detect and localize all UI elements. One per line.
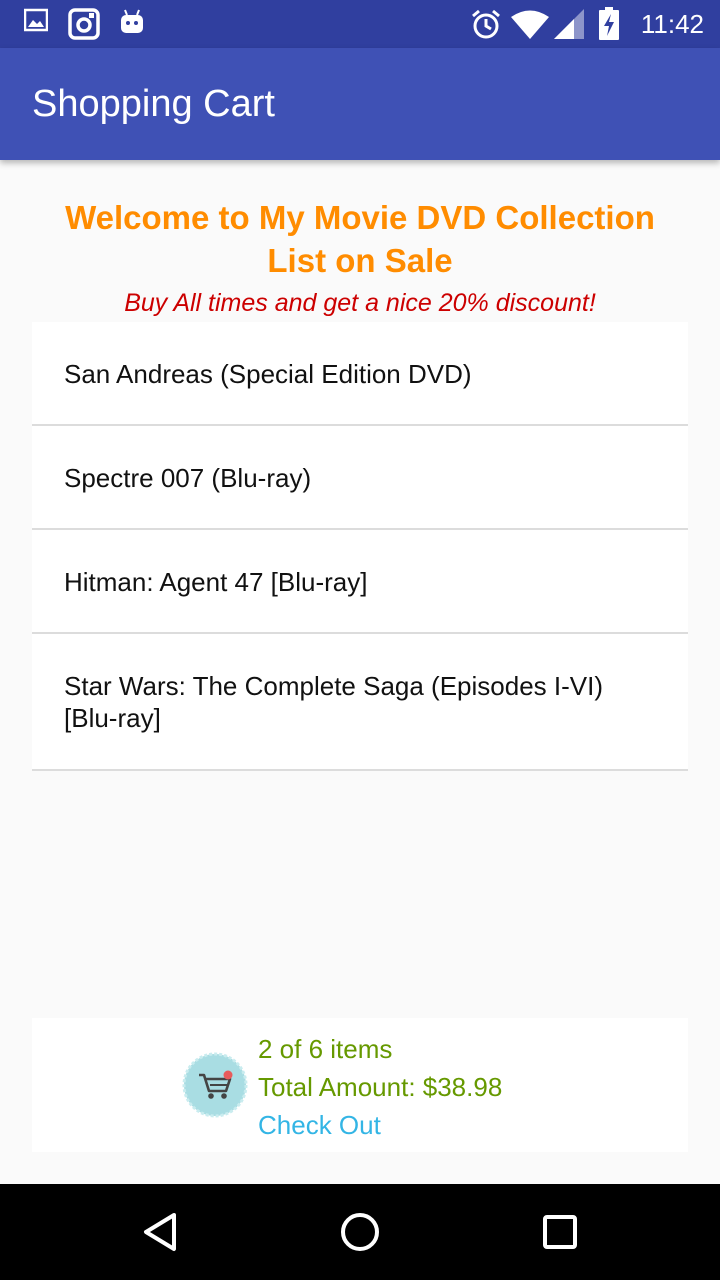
product-title: San Andreas (Special Edition DVD) bbox=[64, 359, 472, 389]
product-item[interactable]: Hitman: Agent 47 [Blu-ray] bbox=[32, 530, 688, 634]
product-title: Spectre 007 (Blu-ray) bbox=[64, 463, 312, 493]
cart-total-amount: Total Amount: $38.98 bbox=[258, 1072, 503, 1102]
product-item[interactable]: Spectre 007 (Blu-ray) bbox=[32, 426, 688, 530]
product-title: Star Wars: The Complete Saga (Episodes I… bbox=[64, 671, 603, 733]
product-item[interactable]: San Andreas (Special Edition DVD) bbox=[32, 322, 688, 426]
promo-text: Buy All times and get a nice 20% discoun… bbox=[124, 289, 596, 317]
wifi-icon bbox=[510, 10, 550, 44]
gallery-icon bbox=[23, 8, 49, 36]
cart-summary: 2 of 6 items Total Amount: $38.98 Check … bbox=[32, 1018, 688, 1152]
app-bar: Shopping Cart bbox=[0, 48, 720, 160]
signal-icon bbox=[552, 8, 586, 44]
android-icon bbox=[118, 8, 146, 40]
shopping-cart-icon[interactable] bbox=[182, 1052, 248, 1118]
cart-info: 2 of 6 items Total Amount: $38.98 Check … bbox=[258, 1030, 502, 1144]
screen: 11:42 Shopping Cart Welcome to My Movie … bbox=[0, 0, 720, 1280]
cart-item-count: 2 of 6 items bbox=[258, 1034, 393, 1064]
checkout-link[interactable]: Check Out bbox=[258, 1106, 502, 1144]
welcome-heading: Welcome to My Movie DVD Collection List … bbox=[0, 196, 720, 282]
alarm-icon bbox=[470, 8, 502, 44]
product-list: San Andreas (Special Edition DVD) Spectr… bbox=[32, 322, 688, 771]
back-icon[interactable] bbox=[126, 1198, 194, 1266]
app-title: Shopping Cart bbox=[32, 83, 275, 125]
status-time: 11:42 bbox=[640, 9, 704, 39]
product-title: Hitman: Agent 47 [Blu-ray] bbox=[64, 567, 368, 597]
battery-charging-icon bbox=[598, 7, 620, 45]
navigation-bar bbox=[0, 1184, 720, 1280]
product-item[interactable]: Star Wars: The Complete Saga (Episodes I… bbox=[32, 634, 688, 771]
welcome-line-2: List on Sale bbox=[267, 242, 453, 279]
home-icon[interactable] bbox=[326, 1198, 394, 1266]
instagram-icon bbox=[68, 8, 100, 44]
recents-icon[interactable] bbox=[526, 1198, 594, 1266]
status-bar: 11:42 bbox=[0, 0, 720, 48]
welcome-line-1: Welcome to My Movie DVD Collection bbox=[65, 199, 655, 236]
